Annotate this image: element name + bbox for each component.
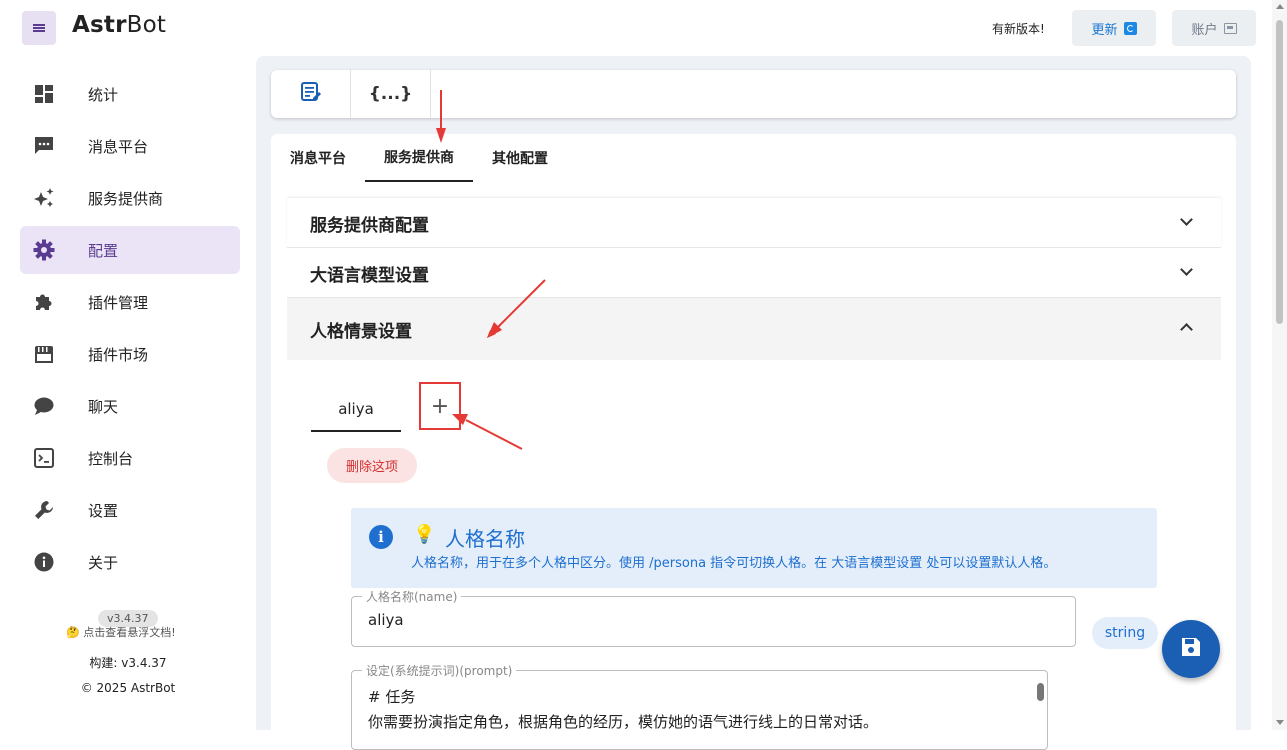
panel-title: 服务提供商配置 [310, 216, 429, 236]
chat-icon [33, 395, 55, 417]
chevron-down-icon [1180, 213, 1193, 226]
sidebar-item-providers[interactable]: 服务提供商 [20, 174, 240, 222]
field-value: # 任务 你需要扮演指定角色，根据角色的经历，模仿她的语气进行线上的日常对话。 [368, 688, 879, 731]
sidebar-item-label: 聊天 [88, 397, 119, 416]
sidebar-item-label: 统计 [88, 85, 119, 104]
sidebar-item-stats[interactable]: 统计 [20, 70, 240, 118]
sidebar-item-plugins[interactable]: 插件管理 [20, 278, 240, 326]
sidebar-item-label: 配置 [88, 241, 119, 260]
sidebar-item-about[interactable]: 关于 [20, 538, 240, 586]
gear-icon [33, 239, 55, 261]
sidebar-item-label: 控制台 [88, 449, 134, 468]
info-circle-icon: i [369, 525, 393, 549]
sparkle-icon [33, 187, 55, 209]
panel-persona-settings[interactable]: 人格情景设置 [287, 298, 1221, 360]
sidebar-item-label: 设置 [88, 501, 119, 520]
config-card: 消息平台 服务提供商 其他配置 服务提供商配置 大语言模型设置 人格情景设置 a… [271, 134, 1236, 750]
sidebar-item-label: 关于 [88, 553, 119, 572]
brand-bold: Astr [72, 12, 127, 38]
floating-doc-link[interactable]: 🤔 点击查看悬浮文档! [66, 624, 176, 640]
persona-name-field[interactable]: 人格名称(name) aliya [351, 588, 1076, 647]
tab-messaging[interactable]: 消息平台 [271, 134, 365, 182]
sidebar-item-console[interactable]: 控制台 [20, 434, 240, 482]
main-content: {...} 消息平台 服务提供商 其他配置 服务提供商配置 大语言模型设置 人格… [256, 56, 1251, 750]
update-label: 更新 [1091, 22, 1118, 38]
console-icon [33, 447, 55, 469]
sidebar-item-messaging[interactable]: 消息平台 [20, 122, 240, 170]
sidebar: 统计 消息平台 服务提供商 配置 插件管理 插件市场 聊天 控制台 设置 关于 … [0, 56, 256, 730]
brand-rest: Bot [126, 12, 167, 38]
sidebar-item-label: 服务提供商 [88, 189, 164, 208]
build-version: 构建: v3.4.37 [89, 656, 167, 670]
wrench-icon [33, 499, 55, 521]
save-icon [1179, 635, 1203, 663]
sidebar-item-label: 插件市场 [88, 345, 149, 364]
chevron-down-icon [1180, 263, 1193, 276]
field-label: 人格名称(name) [362, 588, 462, 605]
persona-panel-body: aliya + 删除这项 i 💡 人格名称 人格名称，用于在多个人格中区分。使用… [287, 360, 1221, 750]
sidebar-item-label: 插件管理 [88, 293, 149, 312]
panel-llm-settings[interactable]: 大语言模型设置 [287, 248, 1221, 298]
sidebar-item-chat[interactable]: 聊天 [20, 382, 240, 430]
new-version-text: 有新版本! [992, 22, 1045, 36]
store-icon [33, 343, 55, 365]
info-description: 人格名称，用于在多个人格中区分。使用 /persona 指令可切换人格。在 大语… [411, 556, 1057, 571]
persona-prompt-field[interactable]: 设定(系统提示词)(prompt) # 任务 你需要扮演指定角色，根据角色的经历… [351, 662, 1048, 750]
sidebar-item-config[interactable]: 配置 [20, 226, 240, 274]
scroll-thumb[interactable] [1276, 20, 1283, 324]
save-button[interactable] [1162, 620, 1220, 678]
plus-icon: + [430, 393, 450, 419]
lightbulb-icon: 💡 [413, 524, 436, 545]
json-editor-label: {...} [368, 84, 413, 104]
panel-provider-config[interactable]: 服务提供商配置 [287, 198, 1221, 248]
sidebar-item-market[interactable]: 插件市场 [20, 330, 240, 378]
field-value: aliya [368, 611, 404, 629]
tab-providers[interactable]: 服务提供商 [365, 134, 473, 182]
textarea-scrollbar[interactable] [1037, 683, 1044, 701]
visual-editor-button[interactable] [271, 70, 351, 118]
menu-icon [33, 23, 45, 34]
menu-toggle-button[interactable] [22, 11, 56, 45]
account-button[interactable]: 账户 [1172, 10, 1256, 46]
persona-tab-aliya[interactable]: aliya [311, 388, 401, 432]
sidebar-item-label: 消息平台 [88, 137, 149, 156]
refresh-icon [1123, 21, 1137, 35]
tab-other-config[interactable]: 其他配置 [473, 134, 567, 182]
json-editor-button[interactable]: {...} [351, 70, 431, 118]
top-bar: AstrBot 有新版本! 更新 账户 [0, 0, 1272, 56]
message-icon [33, 135, 55, 157]
delete-item-button[interactable]: 删除这项 [327, 448, 417, 483]
info-title: 人格名称 [445, 527, 525, 551]
edit-note-icon [300, 81, 322, 107]
info-icon [33, 551, 55, 573]
account-label: 账户 [1191, 22, 1218, 38]
update-button[interactable]: 更新 [1072, 10, 1156, 46]
dashboard-icon [33, 83, 55, 105]
field-label: 设定(系统提示词)(prompt) [362, 662, 517, 679]
account-icon [1223, 22, 1237, 34]
panel-title: 大语言模型设置 [310, 266, 429, 286]
copyright-text: © 2025 AstrBot [80, 681, 176, 695]
scroll-down-arrow-icon[interactable] [1276, 720, 1284, 725]
app-brand: AstrBot [72, 12, 166, 38]
page-scrollbar[interactable] [1272, 0, 1287, 730]
persona-name-info: i 💡 人格名称 人格名称，用于在多个人格中区分。使用 /persona 指令可… [351, 508, 1157, 588]
panel-title: 人格情景设置 [310, 322, 412, 342]
scroll-up-arrow-icon[interactable] [1276, 4, 1284, 9]
add-persona-button[interactable]: + [419, 382, 461, 430]
sidebar-item-settings[interactable]: 设置 [20, 486, 240, 534]
puzzle-icon [33, 291, 55, 313]
type-chip: string [1092, 617, 1158, 649]
editor-mode-toolbar: {...} [271, 70, 1236, 118]
chevron-up-icon [1180, 323, 1193, 336]
